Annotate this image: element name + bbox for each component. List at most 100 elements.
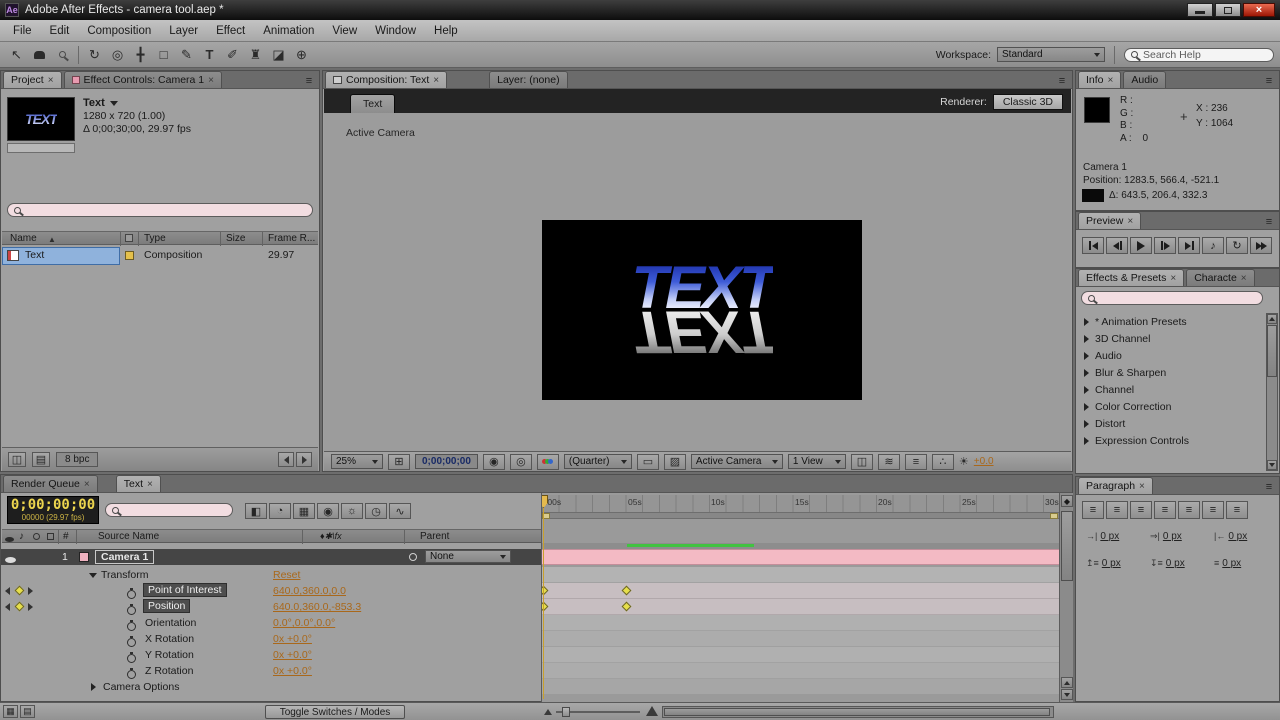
effects-category[interactable]: 3D Channel [1078, 330, 1264, 347]
scroll-down-icon[interactable] [1267, 460, 1277, 470]
property-orientation[interactable]: Orientation 0.0°,0.0°,0.0° [1, 615, 541, 631]
stopwatch-icon[interactable] [127, 603, 136, 615]
panel-menu-icon[interactable] [1261, 75, 1277, 87]
stopwatch-icon[interactable] [127, 635, 136, 647]
close-button[interactable]: × [1243, 3, 1275, 17]
hide-shy-layers-icon[interactable]: ◔ [269, 503, 291, 519]
stopwatch-icon[interactable] [127, 587, 136, 599]
project-search-field[interactable] [7, 203, 313, 217]
menu-window[interactable]: Window [366, 25, 425, 37]
column-divider[interactable] [138, 232, 139, 246]
effects-category[interactable]: Distort [1078, 415, 1264, 432]
property-group-transform[interactable]: Transform Reset [1, 567, 541, 583]
column-frame-rate[interactable]: Frame R... [268, 233, 315, 244]
tab-character[interactable]: Characte [1186, 269, 1255, 286]
viewer-tab-text[interactable]: Text [350, 94, 396, 113]
column-parent[interactable]: Parent [420, 531, 449, 542]
timeline-vertical-scrollbar[interactable]: ◆ [1059, 493, 1073, 703]
workspace-dropdown[interactable]: Standard [997, 47, 1105, 62]
next-keyframe-icon[interactable] [28, 603, 33, 611]
scrollbar-thumb[interactable] [1061, 511, 1073, 581]
show-channels-icon[interactable] [536, 453, 559, 470]
snapshot-icon[interactable]: ◉ [482, 453, 505, 470]
effects-category[interactable]: Color Correction [1078, 398, 1264, 415]
close-icon[interactable] [147, 478, 153, 490]
twirl-icon[interactable] [89, 573, 97, 578]
tab-effects-presets[interactable]: Effects & Presets [1078, 269, 1185, 286]
parent-pickwhip-icon[interactable] [409, 553, 417, 561]
scroll-right-icon[interactable] [296, 452, 312, 467]
comp-marker-bin-icon[interactable]: ◆ [1061, 495, 1073, 507]
zoom-tool[interactable] [52, 45, 73, 65]
twirl-icon[interactable] [1084, 351, 1089, 360]
twirl-icon[interactable] [91, 683, 96, 691]
loop-button[interactable]: ↻ [1226, 237, 1248, 254]
pan-behind-tool[interactable]: ╋ [130, 45, 151, 65]
view-layout-dropdown[interactable]: 1 View [787, 454, 846, 469]
space-before-field[interactable]: 0 px [1102, 558, 1121, 569]
comp-flowchart-icon[interactable]: ∴ [931, 453, 954, 470]
timeline-zoom-out-icon[interactable] [544, 709, 552, 715]
eraser-tool[interactable]: ◪ [268, 45, 289, 65]
panel-menu-icon[interactable] [1261, 481, 1277, 493]
sort-ascending-icon[interactable]: ▲ [48, 235, 56, 244]
effects-category[interactable]: Channel [1078, 381, 1264, 398]
twirl-icon[interactable] [1084, 402, 1089, 411]
effects-category[interactable]: Blur & Sharpen [1078, 364, 1264, 381]
close-icon[interactable] [208, 74, 214, 86]
panel-menu-icon[interactable] [301, 75, 317, 87]
position-value[interactable]: 640.0,360.0,-853.3 [273, 601, 361, 613]
keyframe-toggle-icon[interactable] [14, 601, 25, 612]
clone-stamp-tool[interactable]: ♜ [245, 45, 266, 65]
close-icon[interactable] [1108, 74, 1114, 86]
close-icon[interactable] [433, 74, 439, 86]
z-rotation-value[interactable]: 0x +0.0° [273, 665, 312, 677]
previous-frame-button[interactable] [1106, 237, 1128, 254]
next-keyframe-icon[interactable] [28, 587, 33, 595]
effects-scrollbar[interactable] [1266, 313, 1278, 471]
close-icon[interactable] [1139, 480, 1145, 492]
motion-blur-icon[interactable]: ◉ [317, 503, 339, 519]
column-size[interactable]: Size [226, 233, 245, 244]
first-line-indent-field[interactable]: 0 px [1163, 531, 1182, 542]
layer-color-swatch[interactable] [79, 552, 89, 562]
property-y-rotation[interactable]: Y Rotation 0x +0.0° [1, 647, 541, 663]
twirl-icon[interactable] [1084, 385, 1089, 394]
composition-viewer[interactable]: Active Camera TEXT TEXT [324, 113, 1071, 451]
scroll-up-icon[interactable] [1061, 677, 1073, 688]
stopwatch-icon[interactable] [127, 667, 136, 679]
x-rotation-value[interactable]: 0x +0.0° [273, 633, 312, 645]
parent-dropdown[interactable]: None [425, 550, 511, 563]
auto-keyframe-icon[interactable]: ◷ [365, 503, 387, 519]
status-list-icon[interactable]: ▤ [20, 705, 35, 718]
twirl-icon[interactable] [1084, 419, 1089, 428]
pen-tool[interactable]: ✎ [176, 45, 197, 65]
menu-help[interactable]: Help [425, 25, 467, 37]
spacing-field[interactable]: 0 px [1222, 558, 1241, 569]
scroll-up-icon[interactable] [1267, 314, 1277, 324]
timeline-zoom-in-icon[interactable] [646, 706, 658, 716]
bit-depth-button[interactable]: 8 bpc [56, 452, 99, 467]
indent-right-field[interactable]: 0 px [1228, 531, 1247, 542]
orientation-value[interactable]: 0.0°,0.0°,0.0° [273, 617, 335, 629]
point-of-interest-label[interactable]: Point of Interest [143, 583, 227, 597]
eye-icon[interactable] [5, 557, 16, 563]
column-type[interactable]: Type [144, 233, 166, 244]
work-area-end-handle[interactable] [1050, 513, 1058, 519]
brush-tool[interactable]: ✐ [222, 45, 243, 65]
close-icon[interactable] [84, 478, 90, 490]
pixel-aspect-icon[interactable]: ◫ [850, 453, 873, 470]
indent-left-field[interactable]: 0 px [1100, 531, 1119, 542]
interpret-footage-icon[interactable]: ◫ [8, 452, 26, 467]
twirl-icon[interactable] [1084, 436, 1089, 445]
y-rotation-value[interactable]: 0x +0.0° [273, 649, 312, 661]
previous-keyframe-icon[interactable] [5, 587, 10, 595]
column-source-name[interactable]: Source Name [98, 531, 159, 542]
tab-audio[interactable]: Audio [1123, 71, 1167, 88]
magnification-dropdown[interactable]: 25% [331, 454, 383, 469]
keyframe-toggle-icon[interactable] [14, 585, 25, 596]
work-area-bar[interactable] [542, 513, 1059, 519]
effects-category[interactable]: Audio [1078, 347, 1264, 364]
play-button[interactable] [1130, 237, 1152, 254]
close-icon[interactable] [1170, 272, 1176, 284]
